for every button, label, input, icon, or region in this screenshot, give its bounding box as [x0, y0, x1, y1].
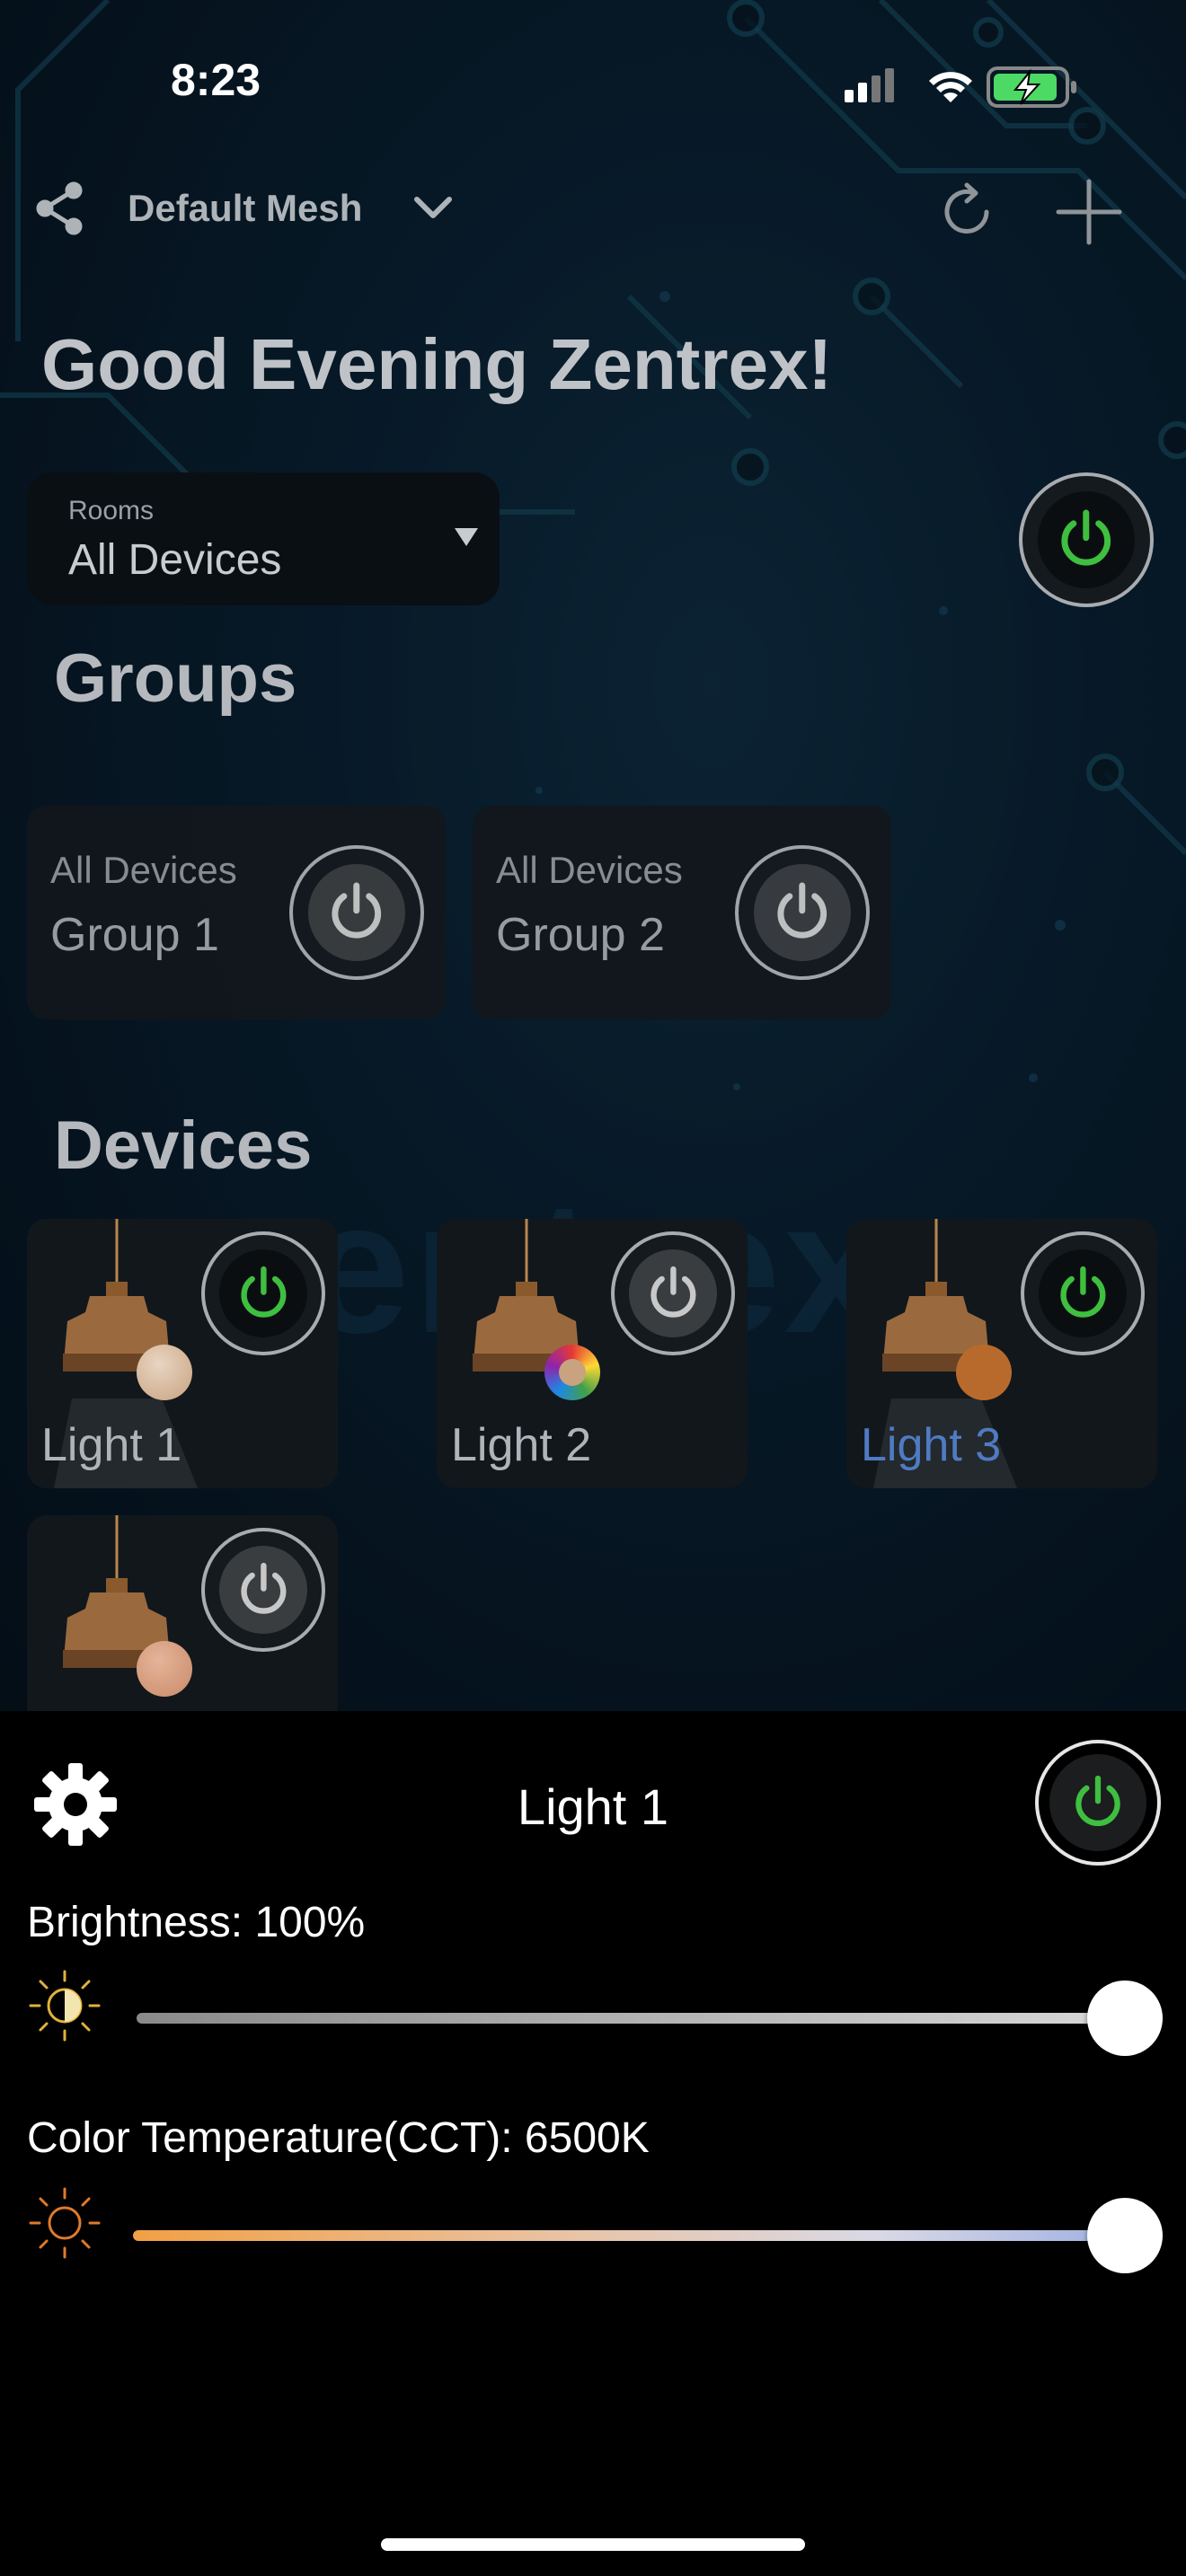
device-card[interactable]	[27, 1515, 338, 1711]
add-icon[interactable]	[1053, 176, 1125, 248]
devices-heading: Devices	[54, 1107, 313, 1184]
mesh-selector-label[interactable]: Default Mesh	[128, 187, 362, 230]
device-name: Light 2	[451, 1419, 592, 1471]
power-icon	[1060, 1266, 1105, 1318]
device-power-button[interactable]	[611, 1231, 735, 1355]
share-icon[interactable]	[32, 180, 90, 237]
color-swatch	[956, 1345, 1012, 1400]
home-indicator	[381, 2538, 805, 2551]
device-card[interactable]: Light 3	[846, 1219, 1157, 1488]
light-control-sheet: Light 1 Brightness: 100% Color Temperatu…	[0, 1711, 1186, 2576]
power-icon	[241, 1266, 286, 1318]
power-icon	[651, 1266, 695, 1318]
color-swatch	[137, 1345, 192, 1400]
cct-label: Color Temperature(CCT): 6500K	[27, 2114, 650, 2162]
power-icon	[1061, 509, 1111, 566]
groups-heading: Groups	[54, 640, 297, 717]
device-power-button[interactable]	[1021, 1231, 1145, 1355]
dropdown-caret-icon	[455, 528, 478, 546]
battery-charging-icon	[987, 66, 1076, 108]
power-icon	[241, 1562, 286, 1614]
cct-slider-thumb[interactable]	[1087, 2198, 1163, 2273]
sun-icon	[29, 2187, 101, 2259]
light-power-button[interactable]	[1035, 1740, 1161, 1866]
group-power-button[interactable]	[735, 845, 870, 980]
all-devices-power-button[interactable]	[1019, 472, 1154, 607]
sheet-title: Light 1	[517, 1778, 669, 1835]
brightness-half-sun-icon	[29, 1970, 101, 2042]
pendant-lamp-icon	[63, 1515, 171, 1668]
group-name: Group 1	[50, 909, 219, 961]
rgb-color-swatch	[544, 1345, 600, 1400]
rooms-dropdown-value: All Devices	[68, 536, 282, 584]
device-name: Light 3	[861, 1419, 1002, 1471]
chevron-down-icon[interactable]	[412, 190, 455, 226]
group-room-label: All Devices	[496, 849, 683, 891]
status-icons	[845, 66, 1076, 108]
wifi-icon	[929, 72, 972, 102]
power-icon	[777, 882, 828, 939]
refresh-icon[interactable]	[934, 180, 999, 244]
group-name: Group 2	[496, 909, 665, 961]
brightness-slider-track[interactable]	[137, 2013, 1125, 2024]
cct-slider-track[interactable]	[133, 2230, 1125, 2241]
power-icon	[1075, 1775, 1120, 1827]
group-card[interactable]: All Devices Group 1	[27, 806, 446, 1019]
cellular-signal-icon	[845, 68, 894, 102]
device-power-button[interactable]	[201, 1528, 325, 1652]
device-card[interactable]: Light 2	[437, 1219, 748, 1488]
status-time: 8:23	[171, 55, 261, 105]
device-card[interactable]: Light 1	[27, 1219, 338, 1488]
greeting-heading: Good Evening Zentrex!	[41, 324, 833, 404]
rooms-dropdown-label: Rooms	[68, 496, 155, 525]
swatch-center	[559, 1359, 586, 1386]
device-name: Light 1	[41, 1419, 182, 1471]
device-power-button[interactable]	[201, 1231, 325, 1355]
group-power-button[interactable]	[289, 845, 424, 980]
group-card[interactable]: All Devices Group 2	[473, 806, 891, 1019]
color-swatch	[137, 1641, 192, 1697]
group-room-label: All Devices	[50, 849, 237, 891]
power-icon	[332, 882, 382, 939]
rooms-dropdown[interactable]: Rooms All Devices	[27, 472, 500, 605]
brightness-label: Brightness: 100%	[27, 1899, 366, 1946]
brightness-slider-thumb[interactable]	[1087, 1981, 1163, 2056]
